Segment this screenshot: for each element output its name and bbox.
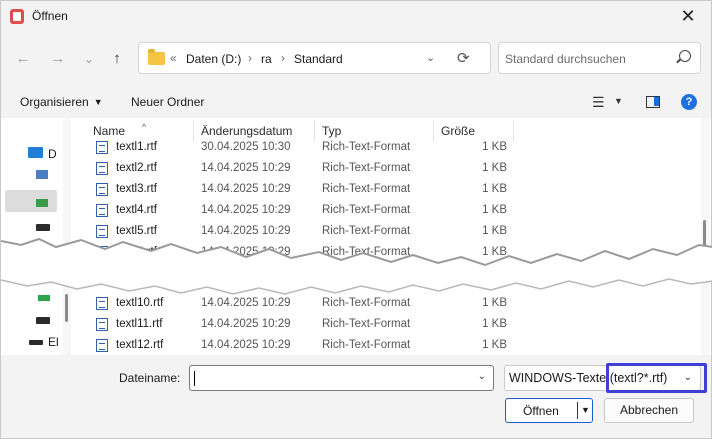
file-size: 1 KB <box>482 162 507 174</box>
open-button-label: Öffnen <box>523 404 559 418</box>
chevron-down-icon[interactable]: ⌄ <box>478 371 486 382</box>
search-icon[interactable] <box>679 50 691 62</box>
recent-locations-chevron-icon[interactable]: ⌄ <box>78 48 100 70</box>
rtf-file-icon <box>96 318 108 331</box>
rtf-file-icon <box>96 297 108 310</box>
nav-item-label[interactable]: El <box>48 335 59 349</box>
file-size: 1 KB <box>482 204 507 216</box>
filename-label: Dateiname: <box>119 371 181 385</box>
column-label: Name <box>93 124 126 138</box>
file-date: 14.04.2025 10:29 <box>201 162 291 174</box>
filename-field[interactable]: ⌄ <box>189 365 494 391</box>
breadcrumb-separator[interactable]: › <box>248 51 252 65</box>
text-cursor <box>194 371 195 386</box>
up-arrow-icon[interactable]: ↑ <box>106 48 128 70</box>
highlight-annotation <box>606 363 707 393</box>
file-size: 1 KB <box>482 339 507 351</box>
file-type: Rich-Text-Format <box>322 204 411 216</box>
table-row[interactable]: textl11.rtf 14.04.2025 10:29 Rich-Text-For… <box>81 314 511 335</box>
file-date: 14.04.2025 10:29 <box>201 318 291 330</box>
rtf-file-icon <box>96 339 108 352</box>
file-name: textl1.rtf <box>116 141 157 153</box>
organize-menu-button[interactable]: Organisieren ▼ <box>20 95 103 109</box>
file-name: textl4.rtf <box>116 204 157 216</box>
close-button[interactable]: ✕ <box>665 1 711 32</box>
open-file-dialog: Öffnen ✕ ← → ⌄ ↑ « Daten (D:) › ra › Sta… <box>0 0 712 439</box>
title-bar: Öffnen ✕ <box>1 1 711 32</box>
table-row[interactable]: textl1.rtf 30.04.2025 10:30 Rich-Text-Form… <box>81 137 511 158</box>
overflow-chevron-icon[interactable]: « <box>170 51 177 65</box>
file-date: 14.04.2025 10:29 <box>201 204 291 216</box>
chevron-down-icon: ▼ <box>93 97 103 107</box>
network-icon <box>36 170 48 179</box>
file-type: Rich-Text-Format <box>322 339 411 351</box>
file-type: Rich-Text-Format <box>322 183 411 195</box>
file-name: textl2.rtf <box>116 162 157 174</box>
forward-arrow-icon[interactable]: → <box>47 48 69 70</box>
rtf-file-icon <box>96 141 108 154</box>
file-size: 1 KB <box>482 183 507 195</box>
file-name: textl3.rtf <box>116 183 157 195</box>
table-row[interactable]: textl3.rtf 14.04.2025 10:29 Rich-Text-Form… <box>81 179 511 200</box>
file-date: 30.04.2025 10:30 <box>201 141 291 153</box>
drive-icon <box>36 317 50 324</box>
open-options-chevron-icon[interactable]: ▼ <box>581 405 590 415</box>
view-options-icon[interactable]: ☰ <box>592 94 605 111</box>
breadcrumb-standard[interactable]: Standard <box>294 52 343 66</box>
cancel-button[interactable]: Abbrechen <box>604 398 694 423</box>
file-type: Rich-Text-Format <box>322 318 411 330</box>
breadcrumb-ra[interactable]: ra <box>261 52 272 66</box>
file-date: 14.04.2025 10:29 <box>201 339 291 351</box>
desktop-icon <box>28 147 43 158</box>
sort-arrow-icon: ^ <box>142 122 147 132</box>
file-name: textl12.rtf <box>116 339 164 351</box>
search-input[interactable]: Standard durchsuchen <box>505 52 626 66</box>
table-row[interactable]: textl12.rtf 14.04.2025 10:29 Rich-Text-For… <box>81 335 511 356</box>
search-box[interactable]: Standard durchsuchen <box>498 42 701 74</box>
split-divider <box>577 402 578 419</box>
drive-icon <box>29 340 43 345</box>
open-button[interactable]: Öffnen ▼ <box>505 398 593 423</box>
help-icon[interactable]: ? <box>681 94 697 110</box>
file-type: Rich-Text-Format <box>322 141 411 153</box>
back-arrow-icon[interactable]: ← <box>12 48 34 70</box>
torn-paper-effect <box>1 237 712 295</box>
drive-icon <box>36 199 48 207</box>
nav-scrollbar-thumb[interactable] <box>65 294 68 322</box>
file-size: 1 KB <box>482 141 507 153</box>
breadcrumb-separator[interactable]: › <box>281 51 285 65</box>
address-bar[interactable]: « Daten (D:) › ra › Standard ⌄ ⟳ <box>138 42 491 74</box>
folder-icon <box>148 49 165 65</box>
rtf-file-icon <box>96 204 108 217</box>
rtf-file-icon <box>96 162 108 175</box>
nav-item-label[interactable]: D <box>48 147 57 161</box>
new-folder-button[interactable]: Neuer Ordner <box>131 95 204 109</box>
file-date: 14.04.2025 10:29 <box>201 183 291 195</box>
nav-selected-item[interactable] <box>5 190 57 212</box>
file-type: Rich-Text-Format <box>322 162 411 174</box>
view-chevron-down-icon[interactable]: ▼ <box>614 96 623 106</box>
window-title: Öffnen <box>32 9 68 23</box>
breadcrumb-drive[interactable]: Daten (D:) <box>186 52 241 66</box>
app-icon <box>10 9 24 24</box>
table-row[interactable]: textl4.rtf 14.04.2025 10:29 Rich-Text-Form… <box>81 200 511 221</box>
organize-label: Organisieren <box>20 95 89 109</box>
rtf-file-icon <box>96 183 108 196</box>
preview-pane-icon[interactable] <box>646 96 660 108</box>
refresh-icon[interactable]: ⟳ <box>457 49 470 67</box>
table-row[interactable]: textl2.rtf 14.04.2025 10:29 Rich-Text-Form… <box>81 158 511 179</box>
address-dropdown-icon[interactable]: ⌄ <box>426 51 435 64</box>
file-name: textl11.rtf <box>116 318 163 330</box>
file-size: 1 KB <box>482 318 507 330</box>
